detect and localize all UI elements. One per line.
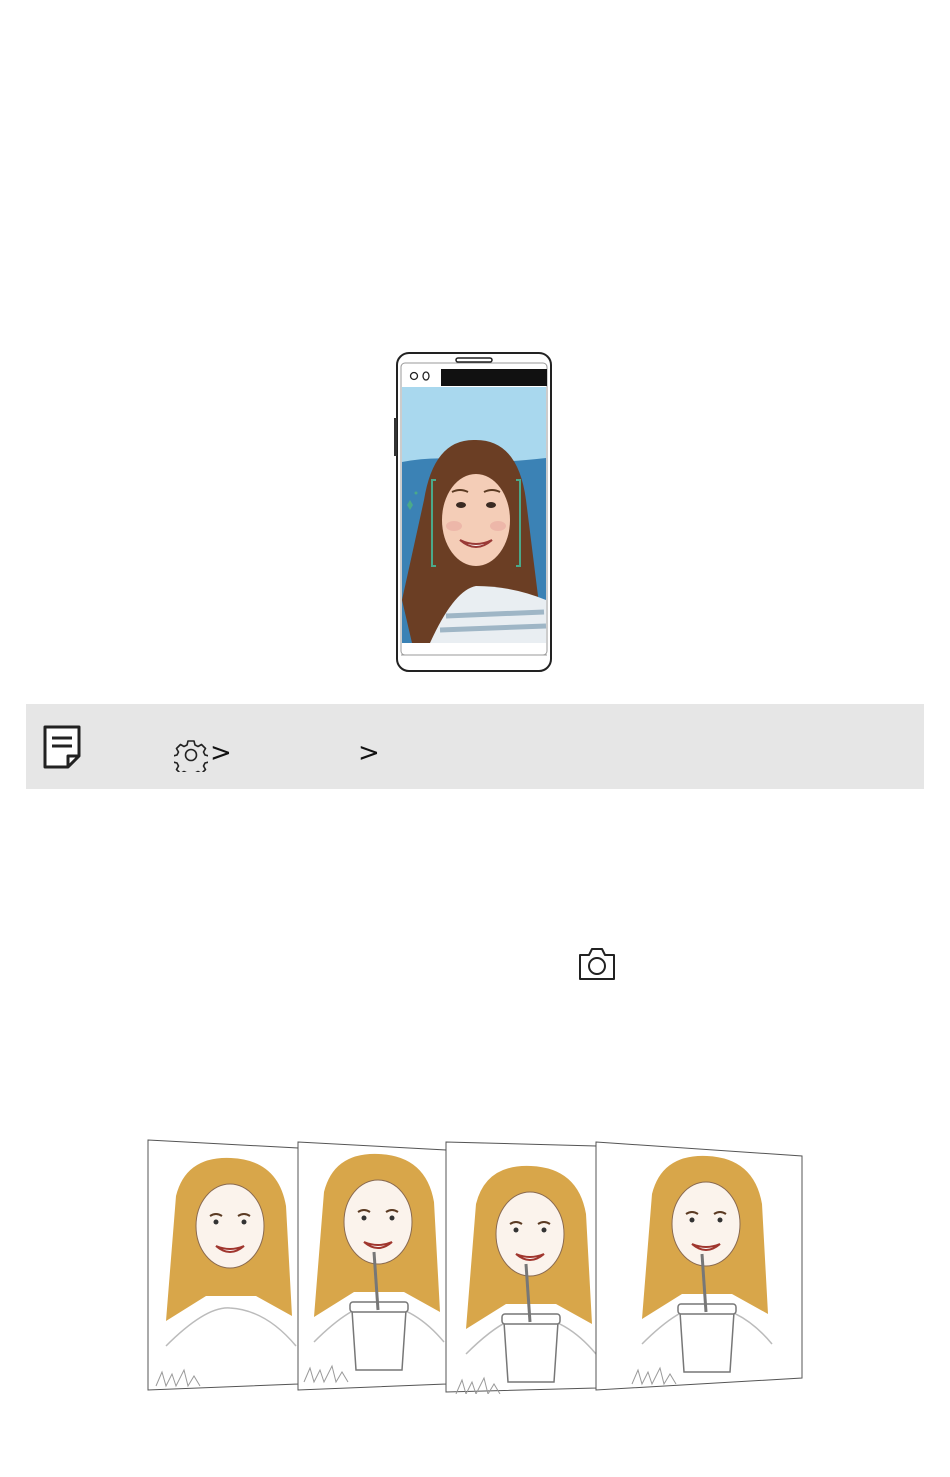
separator-chevron: >	[210, 738, 232, 768]
burst-shot-photo-strip	[147, 1139, 803, 1394]
separator-chevron: >	[358, 738, 380, 768]
settings-gear-icon	[174, 740, 208, 772]
phone-selfie-illustration	[394, 352, 552, 672]
note-bar: > >	[26, 704, 924, 789]
note-icon	[43, 725, 81, 769]
camera-icon	[579, 948, 615, 980]
